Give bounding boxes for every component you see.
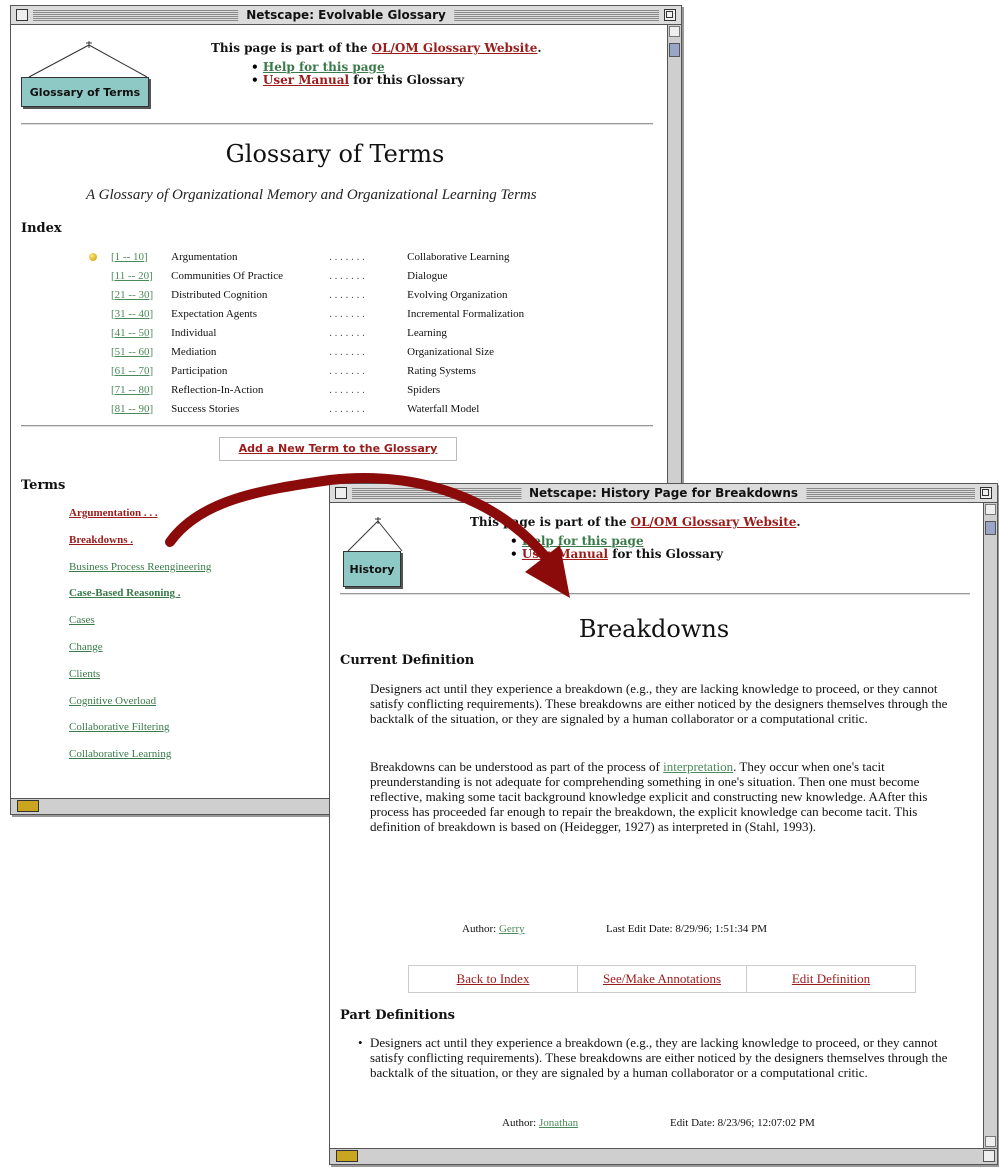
link-arrow-icon (165, 473, 570, 598)
